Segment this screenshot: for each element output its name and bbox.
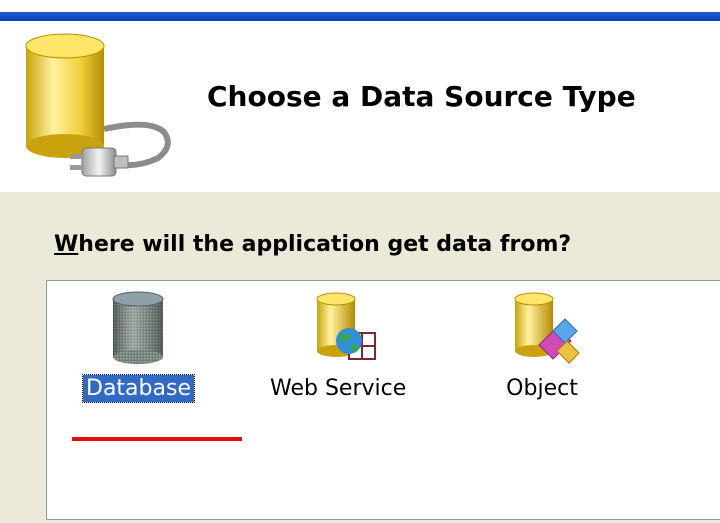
list-item-web-service[interactable]: Web Service bbox=[267, 289, 409, 402]
web-service-icon bbox=[316, 292, 377, 360]
database-label: Database bbox=[82, 374, 195, 403]
web-service-label: Web Service bbox=[270, 376, 407, 401]
list-item-object[interactable]: Object bbox=[497, 289, 587, 402]
question-mnemonic: W bbox=[54, 232, 79, 257]
window-top-edge bbox=[0, 0, 720, 12]
title-bar bbox=[0, 12, 720, 21]
wizard-title: Choose a Data Source Type bbox=[207, 80, 636, 113]
object-label: Object bbox=[506, 376, 578, 401]
source-question-label: Where will the application get data from… bbox=[54, 232, 571, 257]
question-text: here will the application get data from? bbox=[78, 232, 572, 257]
object-icon bbox=[514, 292, 580, 364]
database-plug-icon bbox=[25, 33, 171, 177]
list-item-database[interactable]: Database bbox=[82, 289, 195, 403]
data-source-list[interactable]: Database Web Service Object bbox=[46, 280, 720, 520]
annotation-underline bbox=[72, 437, 242, 441]
database-icon bbox=[112, 291, 164, 364]
